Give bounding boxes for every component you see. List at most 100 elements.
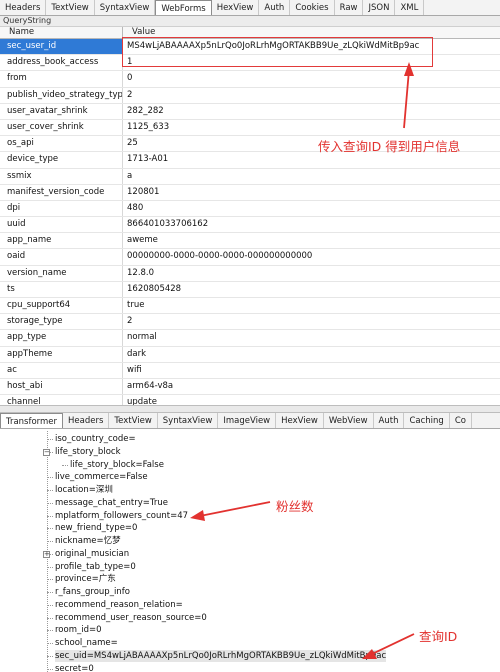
request-tab-webforms[interactable]: WebForms xyxy=(155,0,212,15)
param-name: user_avatar_shrink xyxy=(0,103,123,119)
grid-row[interactable]: publish_video_strategy_type 2 xyxy=(0,87,500,104)
tree-connector xyxy=(47,604,53,606)
param-name: dpi xyxy=(0,200,123,217)
request-tab-auth[interactable]: Auth xyxy=(259,0,291,15)
request-tab-raw[interactable]: Raw xyxy=(335,0,364,15)
tree-node[interactable]: sec_uid=MS4wLjABAAAAXp5nLrQo0JoRLrhMgORT… xyxy=(55,649,387,663)
param-name: app_name xyxy=(0,233,123,249)
tree-node[interactable]: mplatform_followers_count=47 xyxy=(55,510,188,523)
request-tab-hexview[interactable]: HexView xyxy=(212,0,260,15)
tree-node[interactable]: iso_country_code= xyxy=(55,433,136,446)
param-value: 2 xyxy=(127,89,133,100)
param-value: 12.8.0 xyxy=(127,267,155,278)
param-value: 282_282 xyxy=(127,105,164,116)
tree-node[interactable]: nickname=忆梦 xyxy=(55,535,121,548)
response-tab-headers[interactable]: Headers xyxy=(63,413,110,428)
tree-node[interactable]: original_musician xyxy=(55,548,129,561)
request-tab-json[interactable]: JSON xyxy=(363,0,396,15)
request-tab-textview[interactable]: TextView xyxy=(46,0,95,15)
tree-connector xyxy=(47,579,53,581)
expand-icon[interactable]: + xyxy=(43,550,50,558)
param-name: storage_type xyxy=(0,314,123,330)
tree-node[interactable]: life_story_block xyxy=(55,446,121,459)
param-name: user_cover_shrink xyxy=(0,119,123,136)
param-value: 1620805428 xyxy=(127,283,182,294)
tree-node[interactable]: profile_tab_type=0 xyxy=(55,561,136,574)
response-tab-syntaxview[interactable]: SyntaxView xyxy=(158,413,219,428)
tree-connector xyxy=(47,490,53,491)
tree-node[interactable]: recommend_reason_relation= xyxy=(55,599,183,612)
request-tab-syntaxview[interactable]: SyntaxView xyxy=(95,0,156,15)
param-value: 120801 xyxy=(127,186,160,197)
param-name: ac xyxy=(0,362,123,378)
param-value: 2 xyxy=(127,316,133,327)
param-name: uuid xyxy=(0,217,123,233)
response-tab-textview[interactable]: TextView xyxy=(109,413,158,428)
querystring-section-label: QueryString xyxy=(0,16,500,27)
grid-row[interactable]: oaid 00000000-0000-0000-0000-000000000000 xyxy=(0,249,500,266)
tree-connector xyxy=(47,566,53,568)
tree-node[interactable]: message_chat_entry=True xyxy=(55,497,168,510)
tree-node[interactable]: live_commerce=False xyxy=(55,471,148,484)
tree-node[interactable]: r_fans_group_info xyxy=(55,586,130,599)
param-value: 866401033706162 xyxy=(127,219,209,230)
grid-row[interactable]: from 0 xyxy=(0,71,500,88)
response-tab-co[interactable]: Co xyxy=(450,413,472,428)
column-header-name[interactable]: Name xyxy=(0,27,123,38)
param-name: from xyxy=(0,71,123,87)
param-value: dark xyxy=(127,348,147,359)
tree-node[interactable]: school_name= xyxy=(55,637,118,650)
grid-row[interactable]: host_abi arm64-v8a xyxy=(0,378,500,396)
param-value: 25 xyxy=(127,138,138,149)
param-name: ssmix xyxy=(0,168,123,184)
grid-row[interactable]: channel update xyxy=(0,395,500,405)
response-tab-webview[interactable]: WebView xyxy=(324,413,374,428)
grid-row[interactable]: appTheme dark xyxy=(0,346,500,363)
panel-splitter[interactable] xyxy=(0,405,500,413)
tree-node[interactable]: room_id=0 xyxy=(55,624,102,637)
tree-node[interactable]: province=广东 xyxy=(55,573,116,586)
grid-row[interactable]: cpu_support64 true xyxy=(0,298,500,315)
collapse-icon[interactable]: − xyxy=(43,448,50,456)
grid-row[interactable]: dpi 480 xyxy=(0,200,500,218)
tree-connector xyxy=(47,655,53,657)
tree-node[interactable]: life_story_block=False xyxy=(70,459,164,472)
tree-connector xyxy=(47,439,53,440)
grid-row[interactable]: ts 1620805428 xyxy=(0,281,500,298)
response-tab-hexview[interactable]: HexView xyxy=(276,413,324,428)
param-value: a xyxy=(127,170,133,181)
grid-row[interactable]: app_name aweme xyxy=(0,233,500,250)
param-value: 00000000-0000-0000-0000-000000000000 xyxy=(127,251,313,262)
grid-row[interactable]: user_avatar_shrink 282_282 xyxy=(0,103,500,120)
tree-node[interactable]: recommend_user_reason_source=0 xyxy=(55,612,207,625)
request-inspector-tabs: Headers TextView SyntaxView WebForms HexView… xyxy=(0,0,500,16)
tree-connector xyxy=(62,464,68,466)
grid-row[interactable]: ac wifi xyxy=(0,362,500,379)
grid-row[interactable]: version_name 12.8.0 xyxy=(0,265,500,282)
request-tab-xml[interactable]: XML xyxy=(395,0,425,15)
grid-row[interactable]: ssmix a xyxy=(0,168,500,185)
grid-row[interactable]: user_cover_shrink 1125_633 xyxy=(0,119,500,137)
tree-node[interactable]: location=深圳 xyxy=(55,484,113,497)
grid-row[interactable]: app_type normal xyxy=(0,330,500,347)
grid-row[interactable]: manifest_version_code 120801 xyxy=(0,184,500,201)
param-name: app_type xyxy=(0,330,123,346)
param-value: normal xyxy=(127,332,157,343)
response-tab-imageview[interactable]: ImageView xyxy=(218,413,277,428)
tree-connector xyxy=(47,630,53,632)
response-tab-caching[interactable]: Caching xyxy=(404,413,450,428)
param-name: sec_user_id xyxy=(0,39,123,55)
tree-connector xyxy=(47,502,53,504)
response-tab-transformer[interactable]: Transformer xyxy=(0,413,64,428)
annotation-query-id: 查询ID xyxy=(419,629,458,644)
grid-row[interactable]: storage_type 2 xyxy=(0,314,500,331)
annotation-highlight-box xyxy=(122,37,433,67)
request-tab-cookies[interactable]: Cookies xyxy=(290,0,335,15)
annotation-pass-query: 传入查询ID 得到用户信息 xyxy=(318,139,461,154)
grid-row[interactable]: uuid 866401033706162 xyxy=(0,217,500,234)
response-tab-auth[interactable]: Auth xyxy=(374,413,405,428)
param-value: 1713-A01 xyxy=(127,154,169,165)
tree-node[interactable]: new_friend_type=0 xyxy=(55,522,137,535)
request-tab-headers[interactable]: Headers xyxy=(0,0,47,15)
tree-node[interactable]: secret=0 xyxy=(55,663,94,672)
